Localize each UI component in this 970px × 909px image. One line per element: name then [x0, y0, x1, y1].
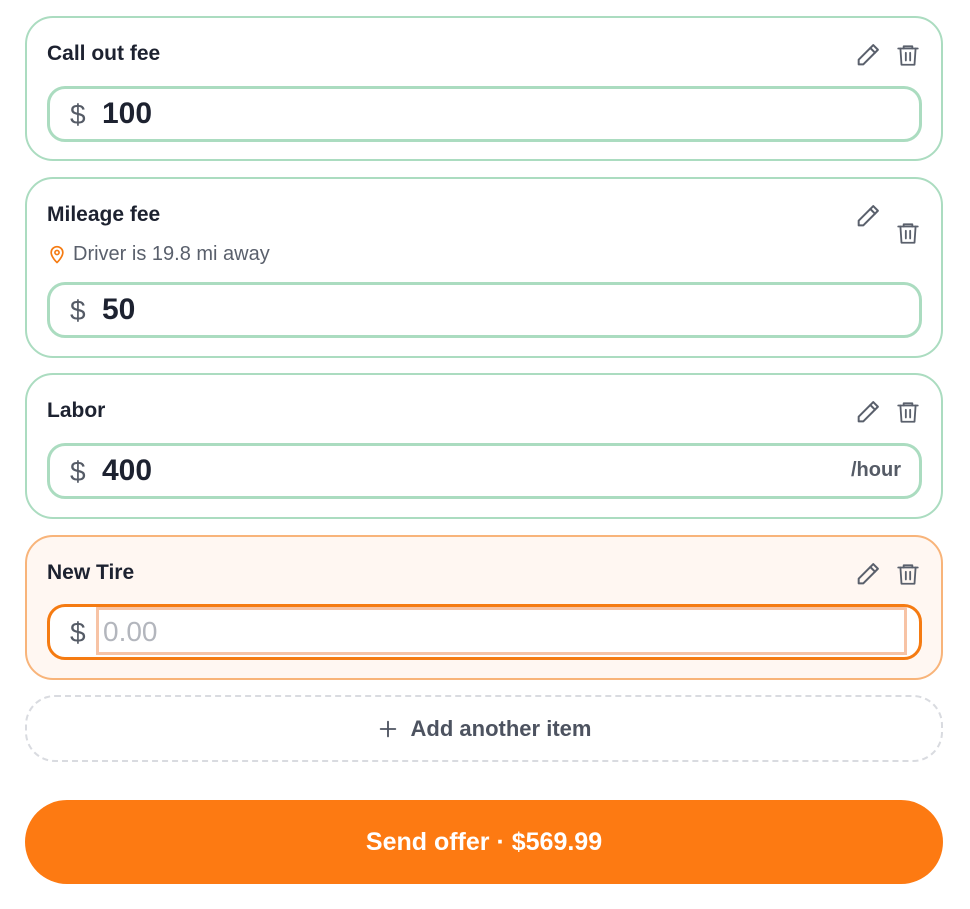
amount-field[interactable]: $ 100	[47, 86, 922, 142]
amount-field[interactable]: $ 400 /hour	[47, 443, 922, 499]
pencil-icon[interactable]	[853, 201, 883, 231]
amount-value: 100	[102, 97, 153, 130]
map-pin-icon	[47, 244, 67, 266]
trash-icon[interactable]	[893, 397, 923, 427]
pencil-icon[interactable]	[853, 559, 883, 589]
line-item-card-call-out-fee: Call out fee $ 100	[25, 16, 943, 161]
pencil-icon[interactable]	[853, 397, 883, 427]
line-item-card-labor: Labor $ 400 /hour	[25, 373, 943, 519]
trash-icon[interactable]	[893, 40, 923, 70]
line-item-title: Labor	[47, 399, 106, 422]
currency-symbol: $	[70, 295, 86, 326]
amount-field[interactable]: $ 50	[47, 282, 922, 338]
add-item-button[interactable]: Add another item	[25, 695, 943, 762]
trash-icon[interactable]	[893, 218, 923, 248]
distance-text: Driver is 19.8 mi away	[73, 243, 270, 265]
amount-input[interactable]: 0.00	[96, 607, 907, 655]
line-item-title: Mileage fee	[47, 203, 161, 226]
amount-value: 400	[102, 454, 153, 487]
rate-suffix: /hour	[851, 459, 901, 481]
send-offer-button[interactable]: Send offer · $569.99	[25, 800, 943, 884]
line-item-title: Call out fee	[47, 42, 161, 65]
plus-icon	[377, 718, 399, 740]
line-item-title: New Tire	[47, 561, 135, 584]
distance-note: Driver is 19.8 mi away	[47, 243, 270, 266]
line-item-card-new-tire: New Tire $ 0.00	[25, 535, 943, 680]
add-item-label: Add another item	[410, 715, 592, 741]
pencil-icon[interactable]	[853, 40, 883, 70]
currency-symbol: $	[70, 99, 86, 130]
currency-symbol: $	[70, 617, 86, 648]
currency-symbol: $	[70, 456, 86, 487]
amount-value: 50	[102, 293, 136, 326]
trash-icon[interactable]	[893, 559, 923, 589]
line-item-card-mileage-fee: Mileage fee Driver is 19.8 mi away $ 50	[25, 177, 943, 358]
amount-field: $ 0.00	[47, 604, 922, 660]
